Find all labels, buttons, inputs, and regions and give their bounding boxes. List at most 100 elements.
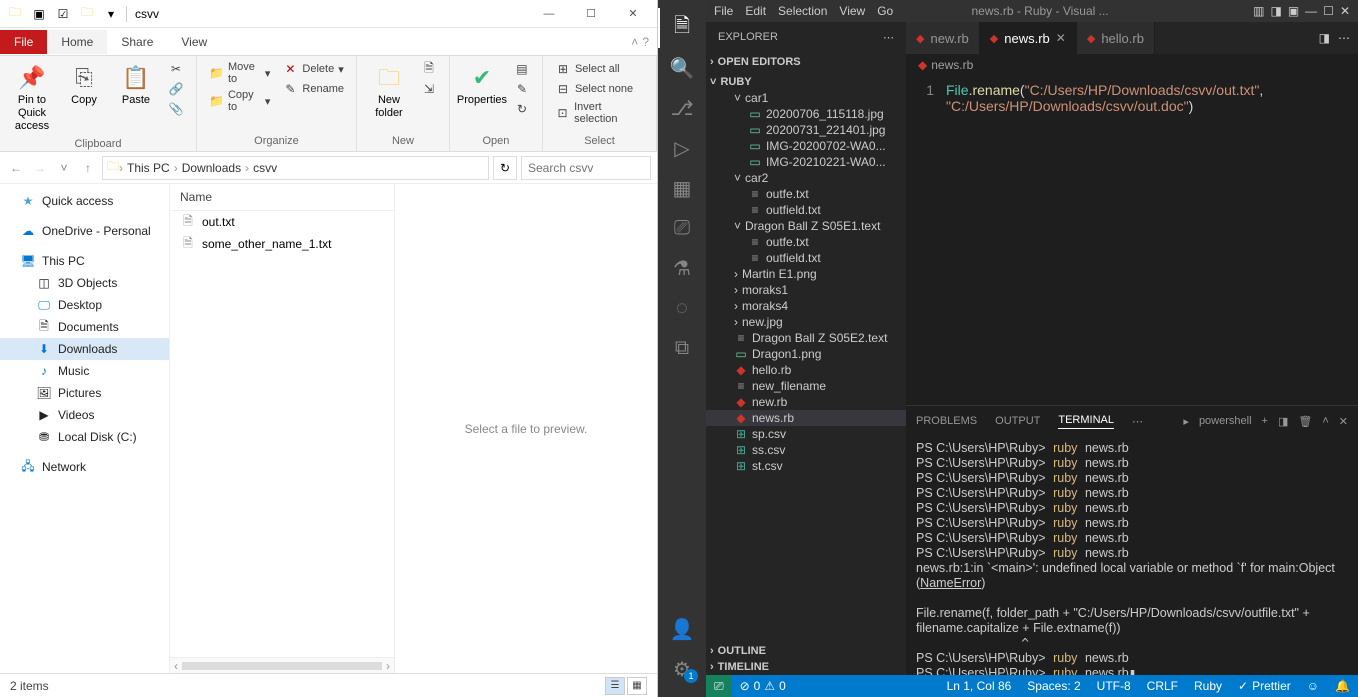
tree-item-active[interactable]: ◆news.rb xyxy=(706,410,906,426)
errors-warnings[interactable]: ⊘0⚠0 xyxy=(732,679,794,693)
explorer-icon[interactable]: 🗎 xyxy=(658,8,706,48)
folder-car1[interactable]: ˅car1 xyxy=(706,90,906,106)
tree-item[interactable]: ›moraks1 xyxy=(706,282,906,298)
forward-button[interactable]: → xyxy=(30,158,50,178)
folder-car2[interactable]: ˅car2 xyxy=(706,170,906,186)
sidebar-item-downloads[interactable]: ⬇Downloads xyxy=(0,338,169,360)
select-all-button[interactable]: ⊞Select all xyxy=(551,60,648,78)
select-none-button[interactable]: ⊟Select none xyxy=(551,80,648,98)
recent-dropdown[interactable]: ˅ xyxy=(54,158,74,178)
cursor-position[interactable]: Ln 1, Col 86 xyxy=(939,679,1020,693)
sidebar-item-localdisk[interactable]: ⛃Local Disk (C:) xyxy=(0,426,169,448)
tree-item[interactable]: ≡outfe.txt xyxy=(706,234,906,250)
tree-item[interactable]: ◆hello.rb xyxy=(706,362,906,378)
back-button[interactable]: ← xyxy=(6,158,26,178)
test-icon[interactable]: ⚗ xyxy=(658,248,706,288)
open-editors-section[interactable]: ›OPEN EDITORS xyxy=(706,54,906,70)
new-item-icon[interactable]: 🗎 xyxy=(417,60,441,78)
sidebar-item-documents[interactable]: 🗎Documents xyxy=(0,316,169,338)
menu-edit[interactable]: Edit xyxy=(745,4,766,18)
root-folder[interactable]: ˅RUBY xyxy=(706,74,906,90)
tree-item[interactable]: ▭IMG-20200702-WA0... xyxy=(706,138,906,154)
panel-tab-output[interactable]: OUTPUT xyxy=(995,415,1040,427)
edit-icon[interactable]: ✎ xyxy=(510,80,534,98)
layout-icon[interactable]: ◨ xyxy=(1270,4,1281,18)
sidebar-item-pictures[interactable]: 🖼Pictures xyxy=(0,382,169,404)
sidebar-item-music[interactable]: ♪Music xyxy=(0,360,169,382)
tree-item[interactable]: ›new.jpg xyxy=(706,314,906,330)
search-input[interactable] xyxy=(521,156,651,180)
delete-button[interactable]: ✕Delete▾ xyxy=(278,60,348,78)
qat-check-icon[interactable]: ☑ xyxy=(52,3,74,25)
layout-icon[interactable]: ▥ xyxy=(1253,4,1264,18)
tab-file[interactable]: File xyxy=(0,30,47,54)
up-button[interactable]: ↑ xyxy=(78,158,98,178)
paste-shortcut-icon[interactable]: 📎 xyxy=(164,100,188,118)
indent-info[interactable]: Spaces: 2 xyxy=(1019,679,1088,693)
bookmark-icon[interactable]: ⧉ xyxy=(658,328,706,368)
outline-section[interactable]: ›OUTLINE xyxy=(706,643,906,659)
refresh-button[interactable]: ↻ xyxy=(493,156,517,180)
pin-button[interactable]: 📌Pin to Quick access xyxy=(8,60,56,136)
tab-share[interactable]: Share xyxy=(107,30,167,54)
run-debug-icon[interactable]: ▷ xyxy=(658,128,706,168)
tree-item[interactable]: ≡new_filename xyxy=(706,378,906,394)
menu-view[interactable]: View xyxy=(839,4,865,18)
split-terminal-icon[interactable]: ◨ xyxy=(1278,415,1288,428)
tree-item[interactable]: ▭20200731_221401.jpg xyxy=(706,122,906,138)
tree-item[interactable]: ≡Dragon Ball Z S05E2.text xyxy=(706,330,906,346)
more-icon[interactable]: ⋯ xyxy=(883,31,894,44)
more-icon[interactable]: ⋯ xyxy=(1132,415,1143,428)
close-tab-icon[interactable]: ✕ xyxy=(1056,31,1066,45)
invert-selection-button[interactable]: ⊡Invert selection xyxy=(551,100,648,126)
split-editor-icon[interactable]: ◨ xyxy=(1319,31,1330,45)
timeline-section[interactable]: ›TIMELINE xyxy=(706,659,906,675)
code-editor[interactable]: 1 File.rename("C:/Users/HP/Downloads/csv… xyxy=(906,76,1358,405)
tree-item[interactable]: ≡outfield.txt xyxy=(706,250,906,266)
copy-path-icon[interactable]: 🔗 xyxy=(164,80,188,98)
minimize-button[interactable]: — xyxy=(529,3,569,25)
tab-new-rb[interactable]: ◆new.rb xyxy=(906,22,980,54)
qat-save-icon[interactable]: ▣ xyxy=(28,3,50,25)
extensions-icon[interactable]: ▦ xyxy=(658,168,706,208)
maximize-panel-icon[interactable]: ˄ xyxy=(1322,415,1328,427)
github-icon[interactable]: ◌ xyxy=(658,288,706,328)
copy-button[interactable]: ⎘Copy xyxy=(60,60,108,109)
chevron-up-icon[interactable]: ˄ xyxy=(631,35,638,49)
tab-news-rb[interactable]: ◆news.rb✕ xyxy=(980,22,1077,54)
scrollbar[interactable]: ‹› xyxy=(170,657,394,673)
properties-button[interactable]: ✔Properties xyxy=(458,60,506,109)
terminal-output[interactable]: PS C:\Users\HP\Ruby> ruby news.rb PS C:\… xyxy=(906,436,1358,675)
editor-breadcrumb[interactable]: ◆news.rb xyxy=(906,54,1358,76)
tab-home[interactable]: Home xyxy=(47,30,107,54)
minimize-button[interactable]: — xyxy=(1305,4,1317,18)
close-button[interactable]: ✕ xyxy=(1340,4,1350,18)
sidebar-item-quick-access[interactable]: ★Quick access xyxy=(0,190,169,212)
close-button[interactable]: ✕ xyxy=(613,3,653,25)
remote-icon[interactable]: ⎚ xyxy=(658,208,706,248)
add-terminal-icon[interactable]: + xyxy=(1262,415,1268,427)
menu-go[interactable]: Go xyxy=(877,4,893,18)
moveto-button[interactable]: 📁Move to▾ xyxy=(205,60,274,86)
folder-dragonball[interactable]: ˅Dragon Ball Z S05E1.text xyxy=(706,218,906,234)
sidebar-item-onedrive[interactable]: ☁OneDrive - Personal xyxy=(0,220,169,242)
panel-tab-problems[interactable]: PROBLEMS xyxy=(916,415,977,427)
copyto-button[interactable]: 📁Copy to▾ xyxy=(205,88,274,114)
language-mode[interactable]: Ruby xyxy=(1186,679,1230,693)
account-icon[interactable]: 👤 xyxy=(658,609,706,649)
sidebar-item-this-pc[interactable]: 🖥This PC xyxy=(0,250,169,272)
close-panel-icon[interactable]: ✕ xyxy=(1339,415,1348,428)
more-icon[interactable]: ⋯ xyxy=(1338,31,1350,45)
sidebar-item-3d[interactable]: ◫3D Objects xyxy=(0,272,169,294)
tree-item[interactable]: ⊞ss.csv xyxy=(706,442,906,458)
tree-item[interactable]: ▭IMG-20210221-WA0... xyxy=(706,154,906,170)
details-view-icon[interactable]: ☰ xyxy=(605,677,625,695)
sidebar-item-network[interactable]: 🖧Network xyxy=(0,456,169,478)
gear-icon[interactable]: ⚙1 xyxy=(658,649,706,689)
sidebar-item-desktop[interactable]: 🖵Desktop xyxy=(0,294,169,316)
tree-item[interactable]: ›Martin E1.png xyxy=(706,266,906,282)
qat-dropdown-icon[interactable]: ▾ xyxy=(100,3,122,25)
tree-item[interactable]: ⊞sp.csv xyxy=(706,426,906,442)
search-icon[interactable]: 🔍 xyxy=(658,48,706,88)
tree-item[interactable]: ◆new.rb xyxy=(706,394,906,410)
